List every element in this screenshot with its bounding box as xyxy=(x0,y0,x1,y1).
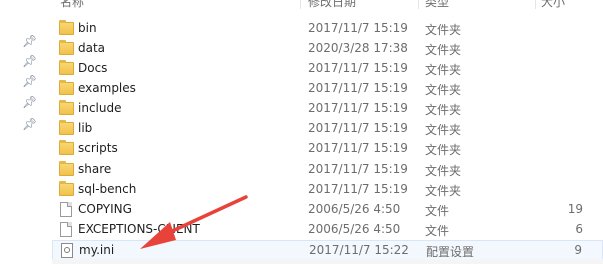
red-arrow-icon xyxy=(140,195,248,249)
